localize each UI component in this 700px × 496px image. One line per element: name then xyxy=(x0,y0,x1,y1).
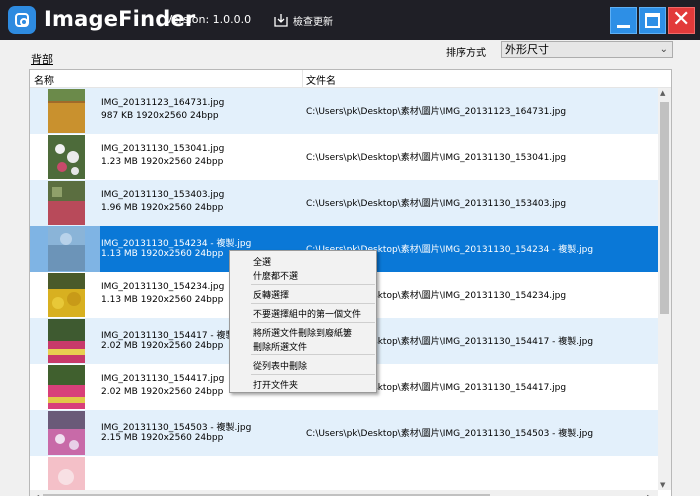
menu-item-move-to-recycle-bin[interactable]: 將所選文件刪除到廢紙簍 xyxy=(253,326,352,339)
app-version: Version: 1.0.0.0 xyxy=(165,13,252,26)
table-row[interactable]: IMG_20131123_164731.jpg 987 KB 1920x2560… xyxy=(30,88,658,134)
file-meta: 1.96 MB 1920x2560 24bpp xyxy=(101,203,224,213)
vertical-scroll-thumb[interactable] xyxy=(660,102,669,314)
file-meta: 2.02 MB 1920x2560 24bpp xyxy=(101,387,224,397)
file-name: IMG_20131130_153041.jpg xyxy=(101,144,225,154)
file-name: IMG_20131130_154234 - 複製.jpg xyxy=(101,239,252,249)
thumbnail-image xyxy=(48,227,85,271)
app-logo-icon xyxy=(8,6,36,34)
menu-item-deselect-first-in-group[interactable]: 不要選擇組中的第一個文件 xyxy=(253,307,361,320)
file-meta: 987 KB 1920x2560 24bpp xyxy=(101,111,219,121)
maximize-icon xyxy=(645,13,660,28)
file-meta: 1.13 MB 1920x2560 24bpp xyxy=(101,295,224,305)
menu-separator xyxy=(251,354,375,355)
horizontal-scrollbar[interactable]: ◀ ▶ xyxy=(30,490,658,496)
file-name: IMG_20131130_154234.jpg xyxy=(101,282,225,292)
table-row[interactable] xyxy=(30,456,658,490)
file-name: IMG_20131130_154503 - 複製.jpg xyxy=(101,423,252,433)
file-path: C:\Users\pk\Desktop\素材\圖片\IMG_20131130_1… xyxy=(306,199,567,209)
menu-separator xyxy=(251,374,375,375)
download-icon xyxy=(274,14,288,27)
table-row[interactable]: IMG_20131130_153403.jpg 1.96 MB 1920x256… xyxy=(30,180,658,226)
title-bar: ImageFinder Version: 1.0.0.0 檢查更新 ✕ xyxy=(0,0,700,40)
file-name: IMG_20131130_153403.jpg xyxy=(101,190,225,200)
file-path: C:\Users\pk\Desktop\素材\圖片\IMG_20131123_1… xyxy=(306,107,567,117)
file-meta: 1.23 MB 1920x2560 24bpp xyxy=(101,157,224,167)
menu-item-delete-selected[interactable]: 刪除所選文件 xyxy=(253,340,307,353)
check-update-button[interactable]: 檢查更新 xyxy=(273,11,333,29)
sort-dropdown-value: 外形尺寸 xyxy=(505,43,549,56)
file-path: C:\Users\pk\Desktop\素材\圖片\IMG_20131130_1… xyxy=(306,429,594,439)
menu-item-select-all[interactable]: 全選 xyxy=(253,255,271,268)
file-meta: 2.15 MB 1920x2560 24bpp xyxy=(101,433,224,443)
thumbnail-image xyxy=(48,135,85,179)
thumbnail-image xyxy=(48,319,85,363)
close-button[interactable]: ✕ xyxy=(668,7,695,34)
file-meta: 2.02 MB 1920x2560 24bpp xyxy=(101,341,224,351)
file-path: C:\Users\pk\Desktop\素材\圖片\IMG_20131130_1… xyxy=(306,153,567,163)
thumbnail-image xyxy=(48,411,85,455)
file-name: IMG_20131123_164731.jpg xyxy=(101,98,225,108)
menu-item-open-folder[interactable]: 打开文件夹 xyxy=(253,378,298,391)
file-name: IMG_20131130_154417.jpg xyxy=(101,374,225,384)
menu-item-invert-selection[interactable]: 反轉選擇 xyxy=(253,288,289,301)
column-divider[interactable] xyxy=(302,70,303,88)
list-header: 名称 文件名 xyxy=(30,70,671,88)
close-icon: ✕ xyxy=(672,7,691,32)
thumbnail-image xyxy=(48,89,85,133)
minimize-icon xyxy=(617,25,630,28)
check-update-label: 檢查更新 xyxy=(293,16,333,28)
chevron-down-icon: ⌄ xyxy=(659,44,668,55)
thumbnail-image xyxy=(48,365,85,409)
vertical-scrollbar[interactable]: ▲ ▼ xyxy=(658,88,671,490)
column-header-filename[interactable]: 文件名 xyxy=(306,72,336,87)
menu-separator xyxy=(251,284,375,285)
context-menu: 全選 什麼都不選 反轉選擇 不要選擇組中的第一個文件 將所選文件刪除到廢紙簍 刪… xyxy=(229,250,377,393)
scroll-down-icon[interactable]: ▼ xyxy=(660,481,665,489)
menu-item-remove-from-list[interactable]: 從列表中刪除 xyxy=(253,359,307,372)
scroll-up-icon[interactable]: ▲ xyxy=(660,89,665,97)
sort-label: 排序方式 xyxy=(446,48,486,59)
thumbnail-image xyxy=(48,273,85,317)
table-row[interactable]: IMG_20131130_154503 - 複製.jpg 2.15 MB 192… xyxy=(30,410,658,456)
menu-separator xyxy=(251,303,375,304)
maximize-button[interactable] xyxy=(639,7,666,34)
table-row[interactable]: IMG_20131130_153041.jpg 1.23 MB 1920x256… xyxy=(30,134,658,180)
thumbnail-image xyxy=(48,181,85,225)
thumbnail-image xyxy=(48,457,85,490)
menu-item-select-none[interactable]: 什麼都不選 xyxy=(253,269,298,282)
sort-dropdown[interactable]: 外形尺寸 ⌄ xyxy=(501,41,673,58)
menu-separator xyxy=(251,322,375,323)
back-link[interactable]: 背部 xyxy=(31,51,53,67)
file-meta: 1.13 MB 1920x2560 24bpp xyxy=(101,249,224,259)
column-header-name[interactable]: 名称 xyxy=(34,72,54,87)
minimize-button[interactable] xyxy=(610,7,637,34)
